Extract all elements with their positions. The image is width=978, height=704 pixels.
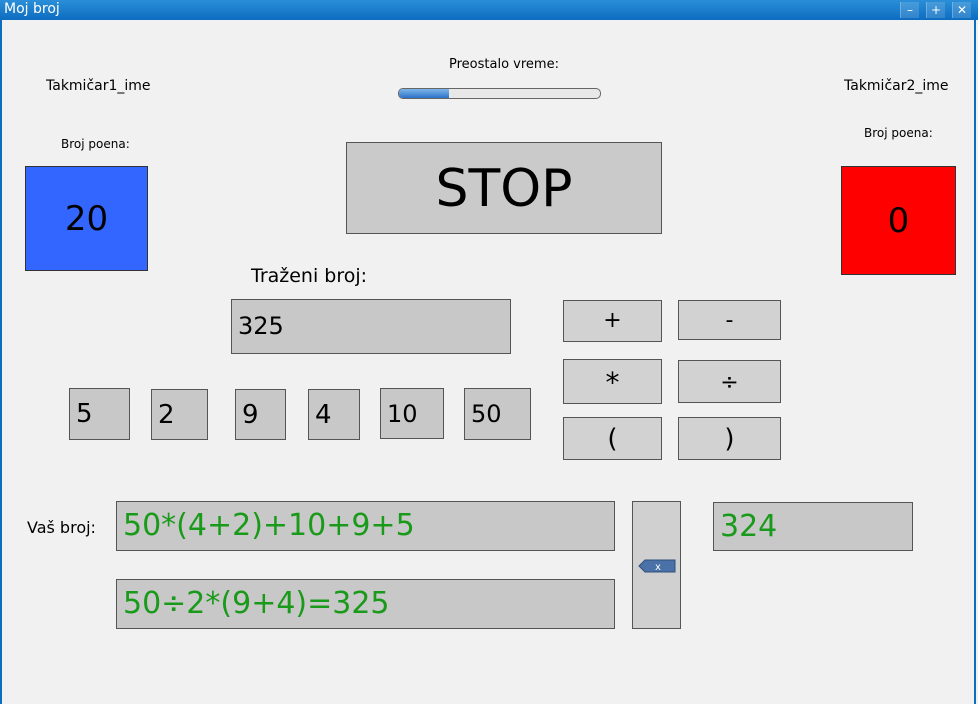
window-title: Moj broj bbox=[4, 1, 60, 17]
timer-progress-bar bbox=[398, 88, 601, 99]
number-tile-1[interactable]: 5 bbox=[69, 388, 130, 440]
operator-label: ) bbox=[724, 424, 735, 454]
target-number-box: 325 bbox=[231, 299, 511, 354]
stop-button-label: STOP bbox=[435, 159, 573, 219]
multiply-button[interactable]: * bbox=[563, 359, 662, 404]
result-field: 324 bbox=[713, 502, 913, 551]
minimize-icon[interactable]: – bbox=[900, 2, 919, 18]
plus-icon[interactable]: + bbox=[926, 2, 945, 18]
number-tile-4[interactable]: 4 bbox=[308, 389, 360, 440]
expression-text-1: 50*(4+2)+10+9+5 bbox=[123, 508, 415, 543]
backspace-icon-label: x bbox=[655, 562, 661, 573]
target-label: Traženi broj: bbox=[251, 265, 368, 287]
number-tile-label: 10 bbox=[387, 400, 418, 428]
player1-score: 20 bbox=[64, 199, 109, 239]
timer-progress-fill bbox=[399, 89, 450, 98]
number-tile-label: 9 bbox=[242, 400, 259, 430]
open-paren-button[interactable]: ( bbox=[563, 417, 662, 460]
result-value: 324 bbox=[720, 509, 778, 544]
backspace-icon: x bbox=[638, 559, 676, 573]
player1-score-box: 20 bbox=[25, 166, 148, 271]
backspace-button[interactable]: x bbox=[632, 501, 681, 629]
number-tile-2[interactable]: 2 bbox=[151, 389, 208, 440]
operator-label: ÷ bbox=[720, 370, 739, 395]
operator-label: ( bbox=[607, 424, 618, 454]
operator-label: + bbox=[603, 308, 622, 333]
number-tile-6[interactable]: 50 bbox=[464, 388, 531, 440]
expression-field-2[interactable]: 50÷2*(9+4)=325 bbox=[116, 579, 615, 629]
stop-button[interactable]: STOP bbox=[346, 142, 662, 234]
player2-name: Takmičar2_ime bbox=[844, 78, 949, 94]
plus-button[interactable]: + bbox=[563, 300, 662, 342]
number-tile-3[interactable]: 9 bbox=[235, 389, 286, 440]
number-tile-label: 5 bbox=[76, 399, 93, 429]
player2-score-box: 0 bbox=[841, 166, 956, 275]
target-number: 325 bbox=[238, 312, 284, 340]
player2-points-label: Broj poena: bbox=[864, 126, 933, 140]
number-tile-label: 2 bbox=[158, 400, 175, 430]
minus-button[interactable]: - bbox=[678, 300, 781, 340]
player1-name: Takmičar1_ime bbox=[46, 78, 151, 94]
close-icon[interactable]: ✕ bbox=[952, 2, 971, 18]
timer-label: Preostalo vreme: bbox=[449, 57, 559, 72]
your-number-label: Vaš broj: bbox=[27, 518, 96, 537]
operator-label: - bbox=[725, 308, 734, 333]
number-tile-5[interactable]: 10 bbox=[380, 388, 444, 439]
operator-label: * bbox=[605, 366, 620, 399]
expression-text-2: 50÷2*(9+4)=325 bbox=[123, 586, 390, 621]
number-tile-label: 4 bbox=[315, 400, 332, 430]
player2-score: 0 bbox=[887, 201, 910, 241]
close-paren-button[interactable]: ) bbox=[678, 417, 781, 460]
number-tile-label: 50 bbox=[471, 400, 502, 428]
player1-points-label: Broj poena: bbox=[61, 137, 130, 151]
expression-field-1[interactable]: 50*(4+2)+10+9+5 bbox=[116, 501, 615, 551]
title-bar: Moj broj – + ✕ bbox=[0, 0, 978, 20]
divide-button[interactable]: ÷ bbox=[678, 360, 781, 403]
